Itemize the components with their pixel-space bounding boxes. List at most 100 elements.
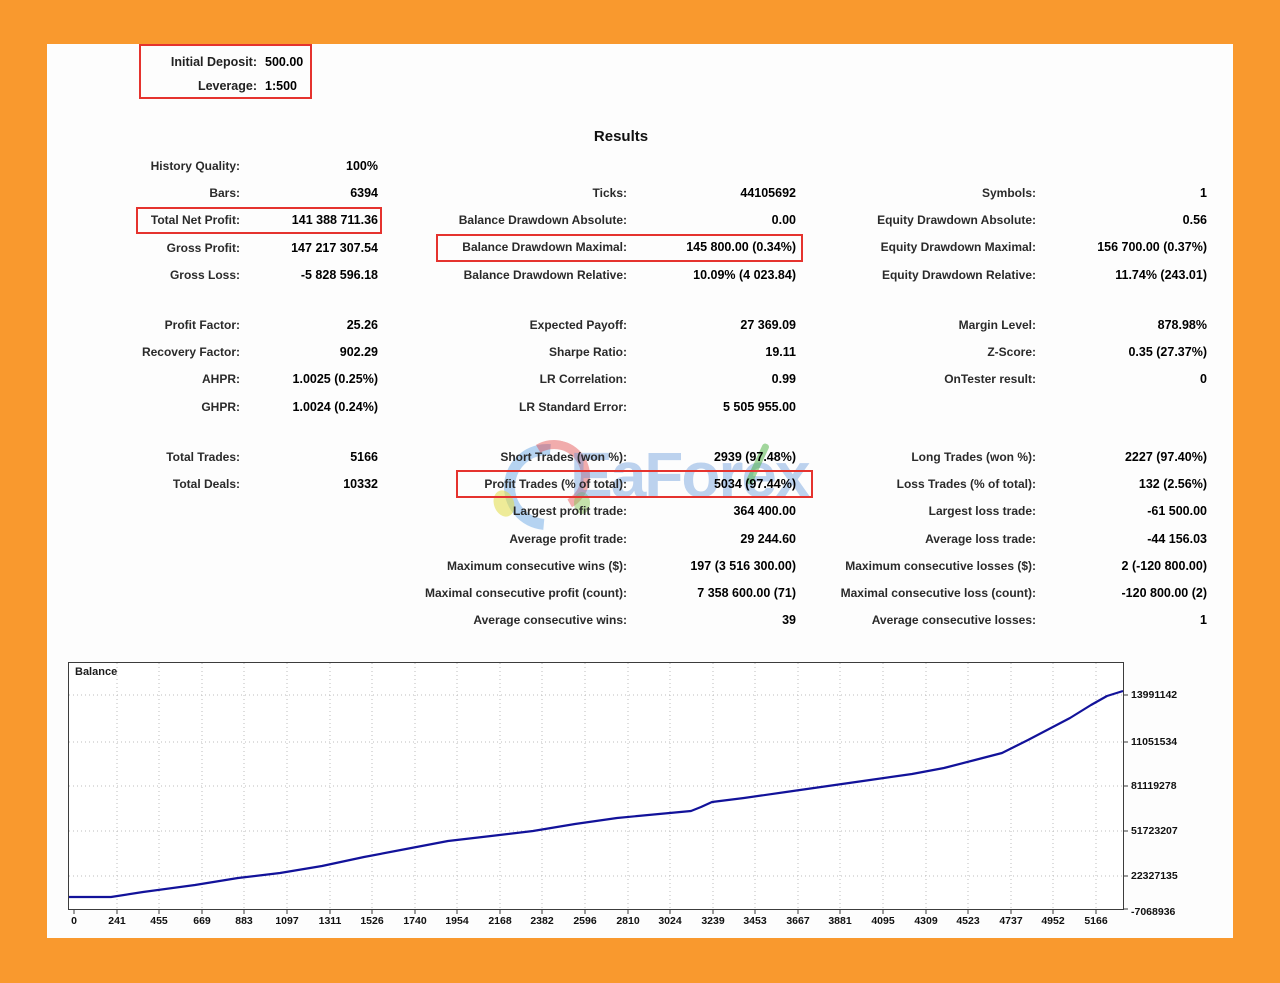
stat-label: Total Deals: [172, 476, 240, 491]
stat-label: Symbols: [981, 185, 1036, 200]
stat-value: -120 800.00 (2) [1121, 586, 1207, 601]
stat-value: 1.0025 (0.25%) [292, 372, 378, 387]
stat-value: 197 (3 516 300.00) [690, 558, 796, 573]
stat-row: Equity Drawdown Relative: 11.74% (243.01) [807, 261, 1207, 288]
stat-row: Recovery Factor: 902.29 [87, 338, 378, 365]
stat-value: 6394 [350, 185, 378, 200]
chart-grid [69, 663, 1123, 909]
stat-row: History Quality: 100% [87, 152, 378, 179]
stat-row: Maximum consecutive losses ($): 2 (-120 8… [807, 552, 1207, 579]
x-axis-label: 4737 [999, 915, 1023, 927]
stat-label: Profit Factor: [164, 317, 240, 332]
stat-row: Equity Drawdown Maximal: 156 700.00 (0.37… [807, 234, 1207, 261]
stat-row: Maximal consecutive profit (count): 7 358… [397, 579, 796, 606]
stats-col2-block3: Short Trades (won %): 2939 (97.48%) Profi… [397, 443, 796, 634]
stat-row: Balance Drawdown Absolute: 0.00 [397, 206, 796, 233]
x-axis-label: 3667 [786, 915, 810, 927]
stat-label: Balance Drawdown Absolute: [458, 212, 627, 227]
stat-row: Average profit trade: 29 244.60 [397, 525, 796, 552]
stats-col3-block1: Symbols: 1 Equity Drawdown Absolute: 0.56 … [807, 179, 1207, 288]
stat-row: Total Trades: 5166 [87, 443, 378, 470]
stat-label: Maximum consecutive losses ($): [845, 558, 1036, 573]
stat-label: Largest loss trade: [928, 504, 1036, 519]
stat-value: 19.11 [765, 344, 796, 359]
x-axis-label: 2168 [488, 915, 512, 927]
balance-line [69, 689, 1124, 899]
x-axis-label: 2810 [616, 915, 640, 927]
stat-row: Profit Trades (% of total): 5034 (97.44%) [397, 470, 796, 497]
stat-value: 132 (2.56%) [1138, 476, 1207, 491]
balance-chart: Balance 0 241 455 669 883 1097 1311 1526… [68, 662, 1178, 927]
stat-value: 902.29 [339, 344, 378, 359]
stat-value: 27 369.09 [740, 317, 796, 332]
stat-row: Equity Drawdown Absolute: 0.56 [807, 206, 1207, 233]
x-axis-label: 0 [71, 915, 77, 927]
x-axis-label: 1526 [360, 915, 384, 927]
stat-row: LR Standard Error: 5 505 955.00 [397, 393, 796, 420]
stat-value: -44 156.03 [1147, 531, 1207, 546]
stat-label: Margin Level: [958, 317, 1036, 332]
stat-value: 44105692 [740, 185, 796, 200]
stats-col1-block1: History Quality: 100% Bars: 6394 Total Net… [87, 152, 378, 288]
stat-row: Long Trades (won %): 2227 (97.40%) [807, 443, 1207, 470]
stats-col1-block2: Profit Factor: 25.26 Recovery Factor: 902.… [87, 311, 378, 420]
x-axis-label: 2596 [573, 915, 597, 927]
chart-series-label: Balance [75, 666, 118, 678]
stat-label: Average consecutive wins: [473, 613, 627, 628]
x-axis-label: 1954 [445, 915, 469, 927]
stat-row: Largest loss trade: -61 500.00 [807, 498, 1207, 525]
stat-label: Total Trades: [166, 449, 240, 464]
stat-value: 5 505 955.00 [723, 399, 796, 414]
stat-value: 364 400.00 [733, 504, 796, 519]
stat-label: Average profit trade: [509, 531, 627, 546]
stat-label: Equity Drawdown Relative: [881, 267, 1036, 282]
stat-row: AHPR: 1.0025 (0.25%) [87, 366, 378, 393]
stat-value: 1 [1200, 613, 1207, 628]
y-axis-label: 81119278 [1131, 780, 1177, 792]
stat-value: 2 (-120 800.00) [1121, 558, 1207, 573]
stat-value: 141 388 711.36 [291, 213, 378, 228]
stat-label: Loss Trades (% of total): [896, 476, 1036, 491]
report-sheet: Initial Deposit: 500.00 Leverage: 1:500 … [47, 44, 1233, 938]
x-axis-label: 241 [108, 915, 126, 927]
y-axis-label: 51723207 [1131, 825, 1178, 837]
stat-label: Recovery Factor: [141, 344, 240, 359]
stat-row: Symbols: 1 [807, 179, 1207, 206]
stats-col3-block2: Margin Level: 878.98% Z-Score: 0.35 (27.37… [807, 311, 1207, 393]
stat-value: 10332 [343, 476, 378, 491]
stat-row: Gross Profit: 147 217 307.54 [87, 234, 378, 261]
stat-row: Gross Loss: -5 828 596.18 [87, 261, 378, 288]
stat-label: GHPR: [201, 399, 240, 414]
y-axis-label: 22327135 [1131, 870, 1178, 882]
stat-value: 39 [782, 613, 796, 628]
x-axis-label: 3239 [701, 915, 725, 927]
stat-label: Sharpe Ratio: [548, 344, 627, 359]
stat-value: 25.26 [346, 317, 378, 332]
stat-label: Gross Loss: [169, 267, 240, 282]
stat-label: Equity Drawdown Maximal: [880, 240, 1036, 255]
stat-label: Maximum consecutive wins ($): [446, 558, 627, 573]
stat-row: Ticks: 44105692 [397, 179, 796, 206]
stat-label: Average consecutive losses: [871, 613, 1036, 628]
x-axis-label: 3453 [743, 915, 767, 927]
stat-value: 2939 (97.48%) [713, 449, 796, 464]
stats-col1-block3: Total Trades: 5166 Total Deals: 10332 [87, 443, 378, 498]
stat-row: Maximum consecutive wins ($): 197 (3 516 … [397, 552, 796, 579]
leverage-value: 1:500 [265, 79, 297, 93]
stat-value: 100% [346, 158, 378, 173]
stat-value: 156 700.00 (0.37%) [1097, 240, 1207, 255]
stat-row: Z-Score: 0.35 (27.37%) [807, 338, 1207, 365]
stat-value: 10.09% (4 023.84) [693, 267, 796, 282]
x-axis-label: 3024 [658, 915, 682, 927]
stat-label: Expected Payoff: [529, 317, 627, 332]
stat-row: Expected Payoff: 27 369.09 [397, 311, 796, 338]
x-axis-label: 4095 [871, 915, 895, 927]
stat-value: 145 800.00 (0.34%) [686, 240, 796, 255]
stat-value: 11.74% (243.01) [1115, 267, 1207, 282]
stat-value: 0.00 [771, 212, 796, 227]
x-axis-label: 669 [193, 915, 211, 927]
stat-value: 1.0024 (0.24%) [292, 399, 378, 414]
stat-row: Margin Level: 878.98% [807, 311, 1207, 338]
stat-label: Short Trades (won %): [500, 449, 627, 464]
stat-label: Total Net Profit: [150, 213, 240, 228]
